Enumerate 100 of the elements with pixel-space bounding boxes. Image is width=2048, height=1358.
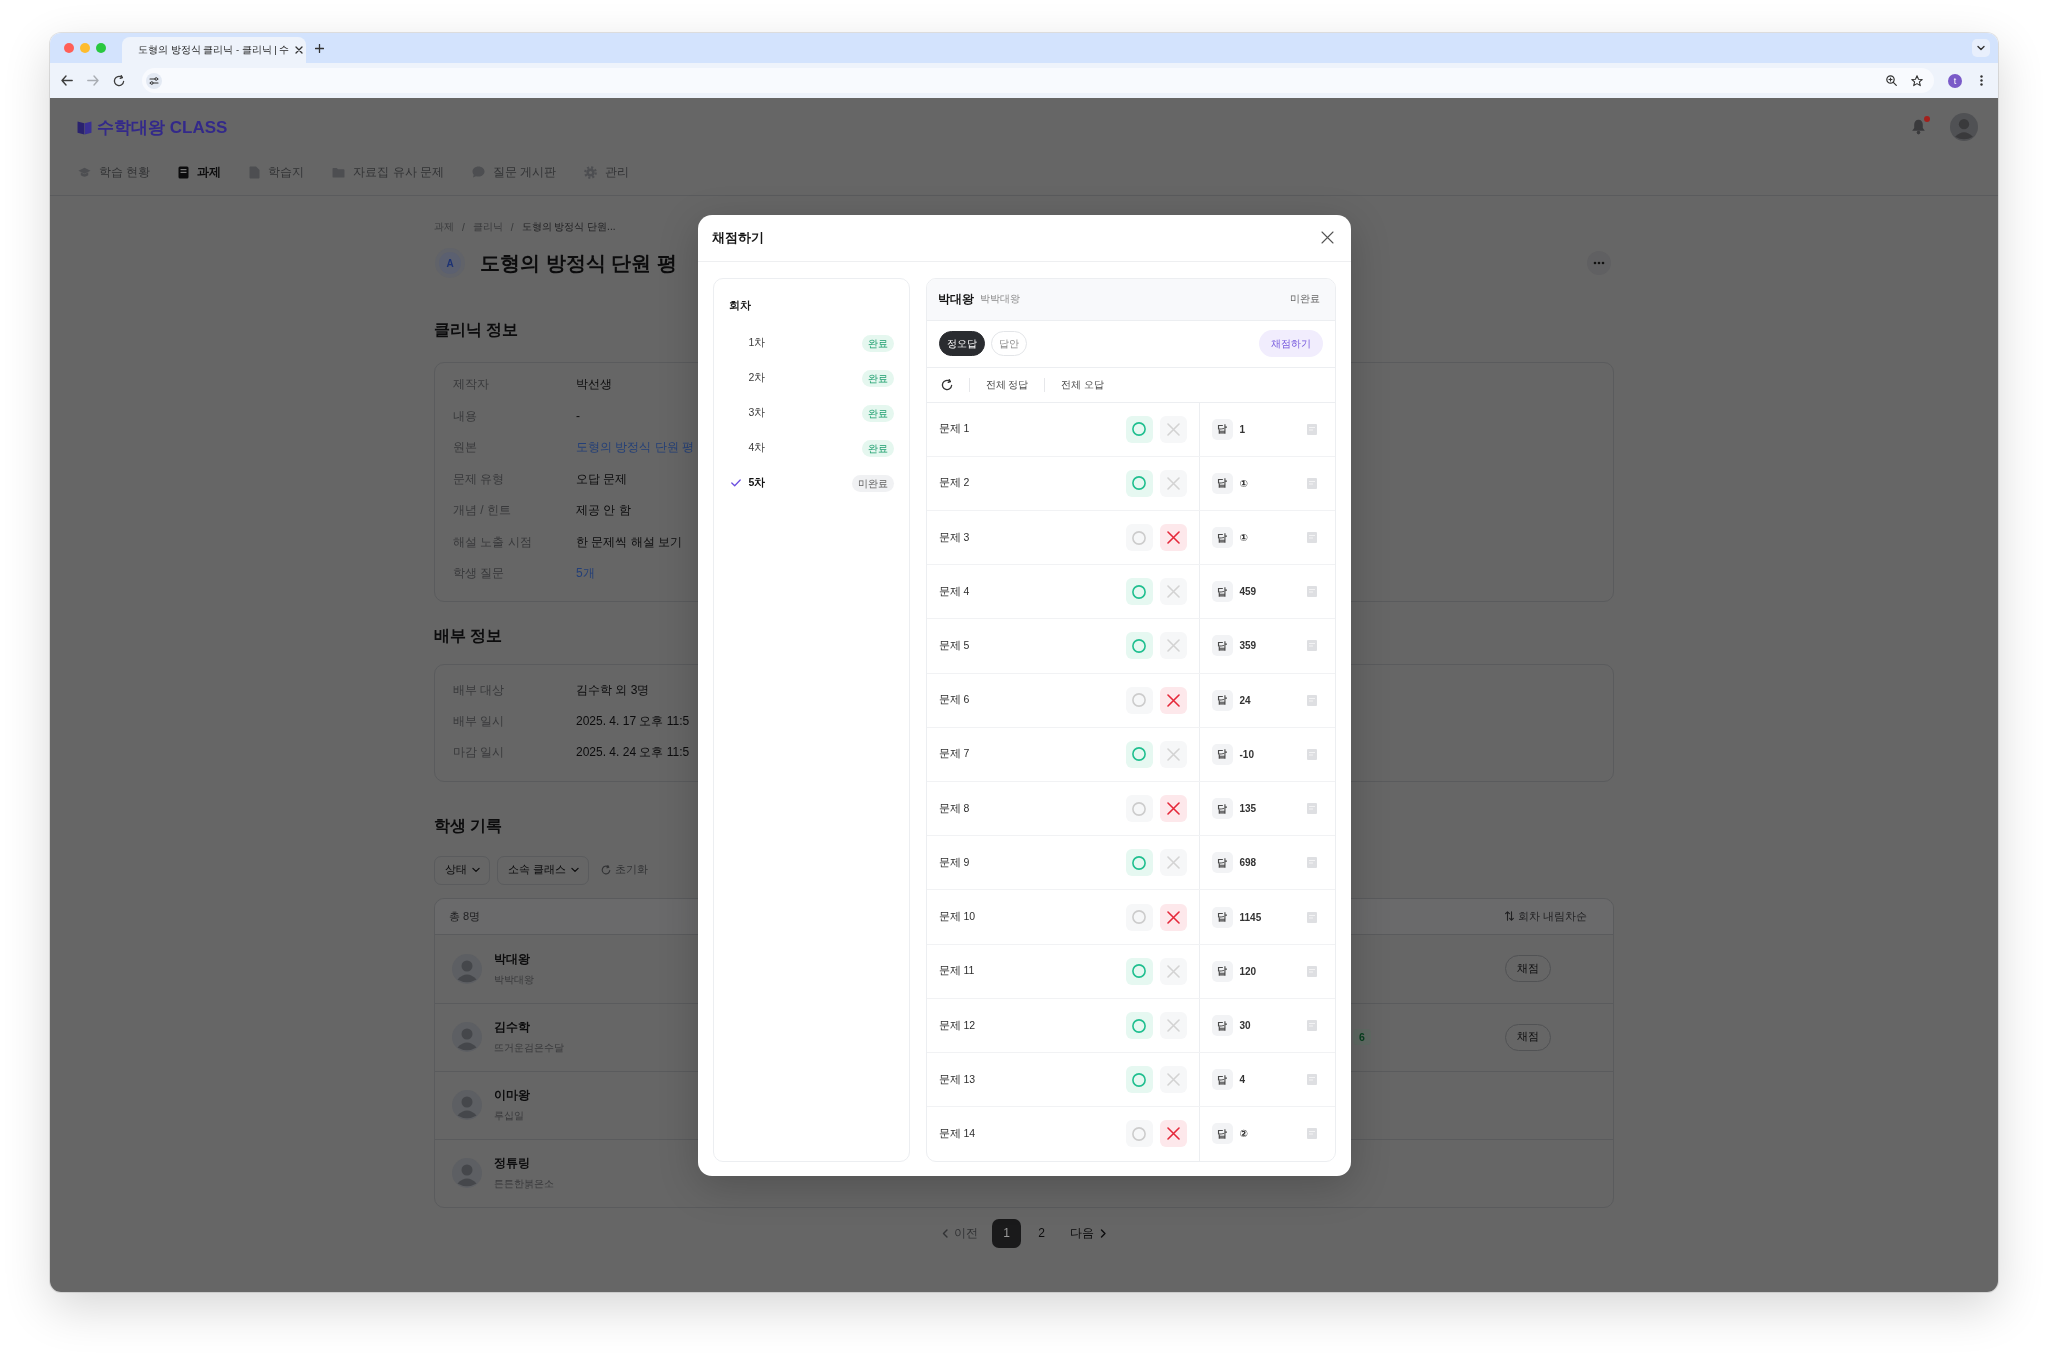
correct-button[interactable] (1125, 415, 1153, 443)
close-icon[interactable] (295, 46, 304, 54)
correct-button[interactable] (1125, 903, 1153, 931)
next-page-button[interactable]: 다음 (1070, 1224, 1107, 1242)
breadcrumb-separator: / (462, 221, 465, 233)
mark-all-wrong-button[interactable]: 전체 오답 (1061, 377, 1105, 392)
profile-button[interactable]: t (1948, 73, 1962, 88)
address-field[interactable] (142, 68, 1934, 93)
correct-button[interactable] (1125, 957, 1153, 985)
more-horizontal-icon[interactable] (1587, 251, 1611, 275)
reload-icon[interactable] (113, 74, 125, 87)
student-avatar-icon (452, 953, 482, 984)
page-number-button[interactable]: 1 (992, 1218, 1021, 1248)
correct-button[interactable] (1125, 1012, 1153, 1039)
info-value: 제공 안 함 (576, 502, 631, 520)
circle-icon (1132, 422, 1146, 437)
title-badge: A (439, 252, 461, 274)
memo-icon[interactable] (1306, 1074, 1317, 1086)
window-close-button[interactable] (64, 43, 74, 53)
memo-icon[interactable] (1306, 803, 1317, 815)
problem-label: 문제 8 (938, 801, 970, 816)
answer-value: 1 (1239, 423, 1246, 435)
round-status: 완료 (861, 369, 894, 387)
correct-button[interactable] (1125, 469, 1153, 497)
memo-icon[interactable] (1306, 965, 1317, 977)
correct-button[interactable] (1125, 1066, 1153, 1094)
wrong-button[interactable] (1159, 1120, 1187, 1148)
back-arrow-icon[interactable] (61, 75, 73, 86)
memo-icon[interactable] (1306, 1020, 1317, 1031)
section-heading: 학생 기록 (434, 815, 503, 836)
wrong-button[interactable] (1159, 524, 1187, 552)
correct-button[interactable] (1125, 578, 1153, 606)
round-item[interactable]: 2차 완료 (728, 360, 894, 396)
answer-label: 답 (1211, 743, 1233, 765)
info-link[interactable]: 도형의 방정식 단원 평 (576, 439, 694, 457)
info-value: 2025. 4. 24 오후 11:5 (576, 743, 690, 761)
close-icon[interactable] (1320, 231, 1334, 244)
browser-tab[interactable]: 도형의 방정식 클리닉 - 클리닉 | 수 (122, 37, 306, 63)
round-item[interactable]: 5차 미완료 (728, 465, 894, 501)
zoom-icon[interactable] (1886, 75, 1897, 86)
forward-arrow-icon[interactable] (87, 75, 99, 86)
memo-icon[interactable] (1306, 748, 1317, 760)
round-item[interactable]: 3차 완료 (728, 395, 894, 431)
cross-icon (1166, 856, 1180, 870)
user-avatar-icon[interactable] (1950, 113, 1978, 141)
memo-icon[interactable] (1306, 857, 1317, 869)
view-tab[interactable]: 정오답 (938, 331, 985, 356)
nav-tab[interactable]: 과제 (178, 163, 222, 181)
problem-label: 문제 11 (938, 964, 975, 979)
mark-all-correct-button[interactable]: 전체 정답 (985, 377, 1029, 392)
correct-button[interactable] (1125, 524, 1153, 552)
circle-icon (1132, 910, 1146, 925)
filter-dropdown[interactable]: 상태 (434, 855, 490, 885)
correct-button[interactable] (1125, 795, 1153, 823)
round-item[interactable]: 4차 완료 (728, 430, 894, 466)
filter-dropdown[interactable]: 소속 클래스 (497, 855, 589, 885)
cross-icon (1166, 693, 1180, 707)
round-status: 완료 (861, 439, 894, 457)
round-item[interactable]: 1차 완료 (728, 325, 894, 361)
student-nickname: 박박대왕 (979, 292, 1020, 306)
more-icon[interactable] (1980, 75, 1983, 86)
correct-button[interactable] (1125, 849, 1153, 877)
new-tab-plus-icon[interactable] (315, 43, 324, 53)
memo-icon[interactable] (1306, 423, 1317, 435)
sliders-icon[interactable] (146, 72, 162, 89)
star-icon[interactable] (1911, 74, 1923, 87)
submit-grading-button[interactable]: 채점하기 (1258, 330, 1323, 357)
memo-icon[interactable] (1306, 640, 1317, 652)
view-tab[interactable]: 답안 (990, 331, 1027, 356)
sort-button[interactable]: 회차 내림차순 (1504, 908, 1587, 924)
refresh-icon[interactable] (940, 378, 953, 391)
info-link[interactable]: 5개 (576, 565, 595, 583)
breadcrumb-separator: / (510, 221, 514, 233)
cross-icon (1166, 639, 1180, 653)
dialog-title: 채점하기 (711, 228, 764, 247)
window-zoom-button[interactable] (96, 43, 106, 53)
answer-label: 답 (1211, 960, 1233, 982)
memo-icon[interactable] (1306, 532, 1317, 544)
memo-icon[interactable] (1306, 1128, 1317, 1140)
correct-button[interactable] (1125, 740, 1153, 768)
circle-icon (1132, 476, 1146, 491)
student-name: 박대왕 (937, 291, 974, 307)
page-number-button[interactable]: 2 (1027, 1218, 1056, 1248)
wrong-button[interactable] (1159, 686, 1187, 714)
cross-icon (1166, 422, 1180, 436)
correct-button[interactable] (1125, 632, 1153, 660)
bell-icon[interactable] (1911, 119, 1926, 135)
memo-icon[interactable] (1306, 477, 1317, 489)
memo-icon[interactable] (1306, 694, 1317, 706)
correct-button[interactable] (1125, 1120, 1153, 1148)
wrong-button[interactable] (1159, 795, 1187, 823)
correct-button[interactable] (1125, 686, 1153, 714)
window-minimize-button[interactable] (80, 43, 90, 53)
chevron-down-icon[interactable] (1972, 39, 1990, 57)
chevron-down-icon (570, 867, 579, 873)
wrong-button[interactable] (1159, 903, 1187, 931)
answer-value: ② (1239, 1128, 1248, 1140)
problem-label: 문제 3 (938, 530, 970, 545)
memo-icon[interactable] (1306, 586, 1317, 598)
memo-icon[interactable] (1306, 911, 1317, 923)
